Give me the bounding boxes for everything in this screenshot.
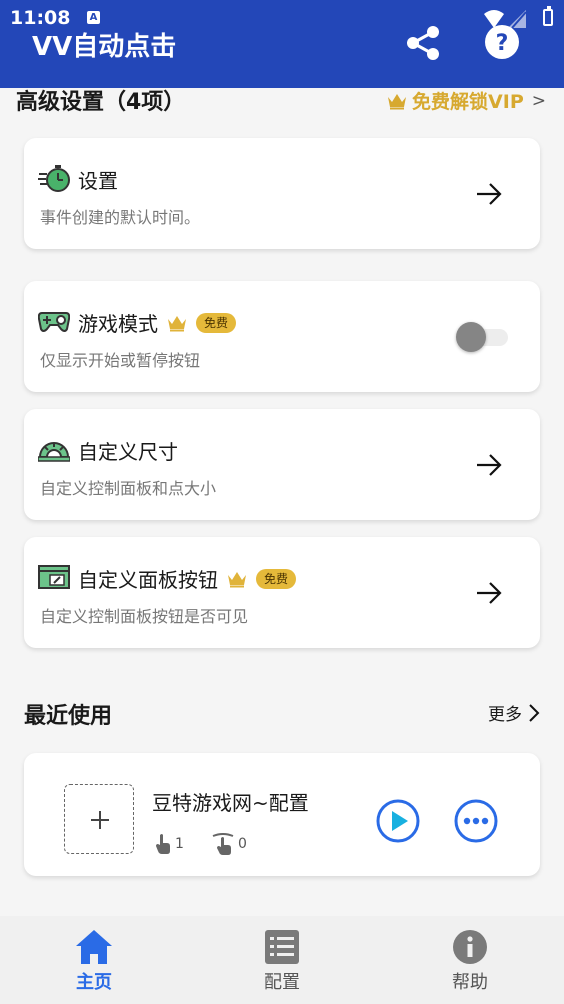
card-description: 仅显示开始或暂停按钮: [40, 351, 201, 370]
recent-config-name: 豆特游戏网~配置: [152, 791, 309, 815]
app-title: VV自动点击: [32, 32, 177, 62]
svg-text:?: ?: [496, 31, 509, 56]
home-icon: [76, 930, 112, 964]
swipe-hand-icon: [212, 833, 234, 855]
tap-count-value: 1: [175, 836, 184, 852]
card-title-row: 自定义面板按钮 免费: [78, 564, 297, 593]
arrow-right-icon[interactable]: [474, 179, 504, 209]
list-icon: [265, 930, 299, 964]
free-badge: 免费: [196, 312, 237, 333]
crown-icon: [388, 93, 407, 109]
panel-edit-icon: [38, 565, 70, 589]
section-title: 高级设置（4项）: [16, 90, 186, 115]
game-mode-toggle[interactable]: [456, 322, 508, 352]
game-mode-card[interactable]: 游戏模式 免费 仅显示开始或暂停按钮: [24, 281, 540, 392]
more-options-icon[interactable]: [453, 798, 499, 844]
arrow-right-icon[interactable]: [474, 450, 504, 480]
card-description: 自定义控制面板和点大小: [40, 479, 217, 498]
gamepad-icon: [38, 312, 70, 332]
nav-help-label: 帮助: [452, 972, 488, 993]
add-config-button[interactable]: [64, 784, 134, 854]
stopwatch-icon: [38, 165, 70, 192]
more-link[interactable]: 更多: [488, 700, 540, 725]
card-title: 游戏模式: [78, 312, 158, 336]
crown-icon: [228, 571, 246, 587]
crown-icon: [168, 315, 186, 331]
nav-help[interactable]: 帮助: [376, 916, 564, 1004]
app-bar: 11:08 A VV自动点击 ?: [0, 0, 564, 88]
card-description: 自定义控制面板按钮是否可见: [40, 607, 249, 626]
battery-icon: [543, 6, 553, 26]
info-icon: [453, 930, 487, 964]
swipe-count: 0: [211, 833, 247, 855]
card-description: 事件创建的默认时间。: [40, 208, 201, 227]
tap-hand-icon: [156, 834, 170, 854]
protractor-icon: [38, 442, 70, 462]
card-title: 自定义面板按钮: [78, 568, 218, 592]
recent-title: 最近使用: [24, 704, 113, 729]
tap-count: 1: [154, 833, 184, 855]
more-label: 更多: [488, 705, 522, 725]
custom-panel-buttons-card[interactable]: 自定义面板按钮 免费 自定义控制面板按钮是否可见: [24, 537, 540, 648]
card-title: 自定义尺寸: [78, 440, 178, 464]
advanced-settings-header: 高级设置（4项） 免费解锁VIP >: [16, 82, 546, 115]
card-title-row: 游戏模式 免费: [78, 308, 237, 337]
bottom-nav: 主页 配置 帮助: [0, 916, 564, 1004]
arrow-right-icon[interactable]: [474, 578, 504, 608]
nav-config[interactable]: 配置: [188, 916, 376, 1004]
help-icon[interactable]: ?: [484, 24, 520, 60]
share-icon[interactable]: [404, 24, 442, 62]
play-icon[interactable]: [375, 798, 421, 844]
free-badge: 免费: [256, 568, 297, 589]
chevron-right-icon: >: [531, 90, 546, 111]
nav-home[interactable]: 主页: [0, 916, 188, 1004]
recent-config-card[interactable]: 豆特游戏网~配置 1 0: [24, 753, 540, 876]
unlock-vip-link[interactable]: 免费解锁VIP >: [386, 87, 546, 114]
swipe-count-value: 0: [238, 836, 247, 852]
card-title: 设置: [78, 169, 118, 193]
notification-a-icon: A: [87, 11, 100, 24]
nav-home-label: 主页: [76, 972, 112, 993]
nav-config-label: 配置: [264, 972, 300, 993]
custom-size-card[interactable]: 自定义尺寸 自定义控制面板和点大小: [24, 409, 540, 520]
unlock-vip-label: 免费解锁VIP: [412, 91, 524, 113]
toggle-knob: [456, 322, 486, 352]
chevron-right-icon: [529, 703, 540, 722]
settings-card[interactable]: 设置 事件创建的默认时间。: [24, 138, 540, 249]
